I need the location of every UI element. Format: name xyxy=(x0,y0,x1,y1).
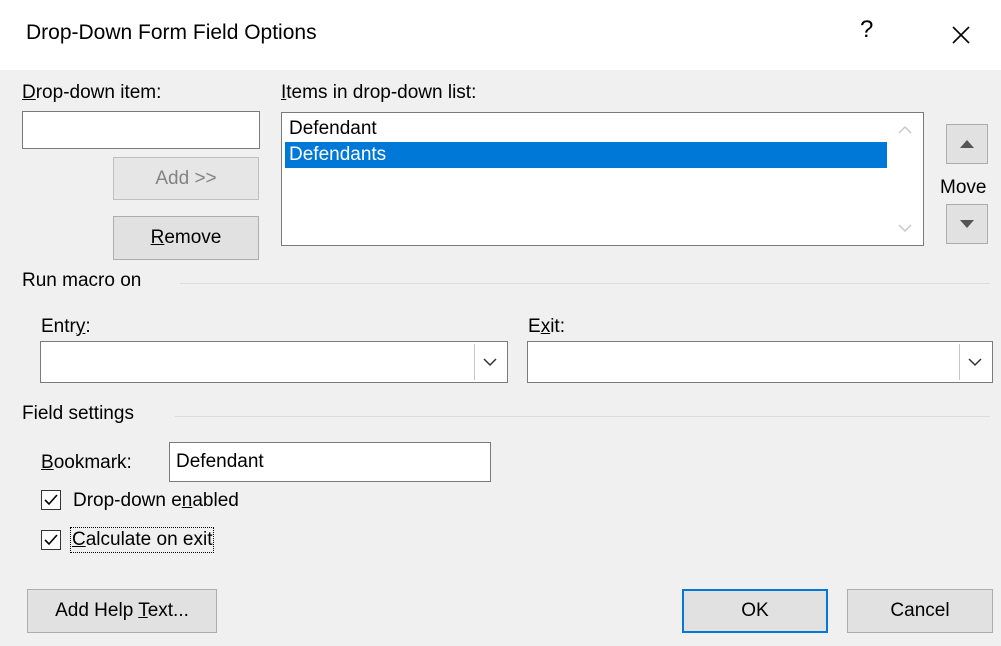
exit-combo-dropdown-button[interactable] xyxy=(959,344,990,380)
list-item-selected[interactable]: Defendants xyxy=(285,142,887,168)
scroll-down-icon[interactable] xyxy=(897,222,913,234)
dropdown-item-label: Drop-down item: xyxy=(22,82,162,103)
entry-label: Entry: xyxy=(41,316,91,337)
items-listbox[interactable]: Defendant Defendants xyxy=(281,112,924,246)
remove-button[interactable]: Remove xyxy=(113,216,259,260)
triangle-down-icon xyxy=(960,220,974,228)
exit-combo[interactable] xyxy=(527,341,993,383)
move-up-button[interactable] xyxy=(946,124,988,164)
bookmark-input[interactable] xyxy=(169,442,491,482)
ok-button[interactable]: OK xyxy=(682,589,828,633)
dropdown-item-label-rest: rop-down item: xyxy=(35,82,162,103)
field-settings-separator xyxy=(175,416,990,417)
calculate-on-exit-label[interactable]: Calculate on exit xyxy=(69,527,215,553)
remove-button-rest: emove xyxy=(164,227,222,248)
move-down-button[interactable] xyxy=(946,204,988,244)
cancel-button[interactable]: Cancel xyxy=(847,589,993,633)
entry-combo[interactable] xyxy=(40,341,508,383)
field-settings-group-label: Field settings xyxy=(22,403,134,424)
dropdown-enabled-label[interactable]: Drop-down enabled xyxy=(73,490,239,512)
run-macro-group-label: Run macro on xyxy=(22,270,142,291)
chevron-down-icon xyxy=(483,358,497,367)
bookmark-label-rest: ookmark: xyxy=(53,452,132,473)
triangle-up-icon xyxy=(960,140,974,148)
entry-label-a: Entr xyxy=(41,316,76,337)
checkmark-icon xyxy=(44,494,58,506)
list-scrollbar[interactable] xyxy=(888,114,922,244)
add-help-text-button[interactable]: Add Help Text... xyxy=(27,589,217,633)
items-list-label-rest: tems in drop-down list: xyxy=(286,82,477,103)
items-list-label: Items in drop-down list: xyxy=(281,82,477,103)
help-button[interactable]: ? xyxy=(860,16,873,44)
move-label: Move xyxy=(940,177,987,198)
run-macro-separator xyxy=(180,283,990,284)
chevron-down-icon xyxy=(968,358,982,367)
dropdown-enabled-checkbox[interactable] xyxy=(41,490,61,510)
close-icon xyxy=(952,26,970,44)
dialog-title: Drop-Down Form Field Options xyxy=(26,21,317,44)
checkmark-icon xyxy=(44,534,58,546)
calculate-on-exit-checkbox[interactable] xyxy=(41,530,61,550)
add-button[interactable]: Add >> xyxy=(113,157,259,200)
bookmark-label: Bookmark: xyxy=(41,452,132,473)
close-button[interactable] xyxy=(938,18,984,52)
list-item[interactable]: Defendant xyxy=(285,116,887,142)
exit-label-rest: it: xyxy=(550,316,565,337)
exit-label: Exit: xyxy=(528,316,565,337)
entry-combo-dropdown-button[interactable] xyxy=(474,344,505,380)
scroll-up-icon[interactable] xyxy=(897,124,913,136)
dropdown-item-input[interactable] xyxy=(22,111,260,149)
